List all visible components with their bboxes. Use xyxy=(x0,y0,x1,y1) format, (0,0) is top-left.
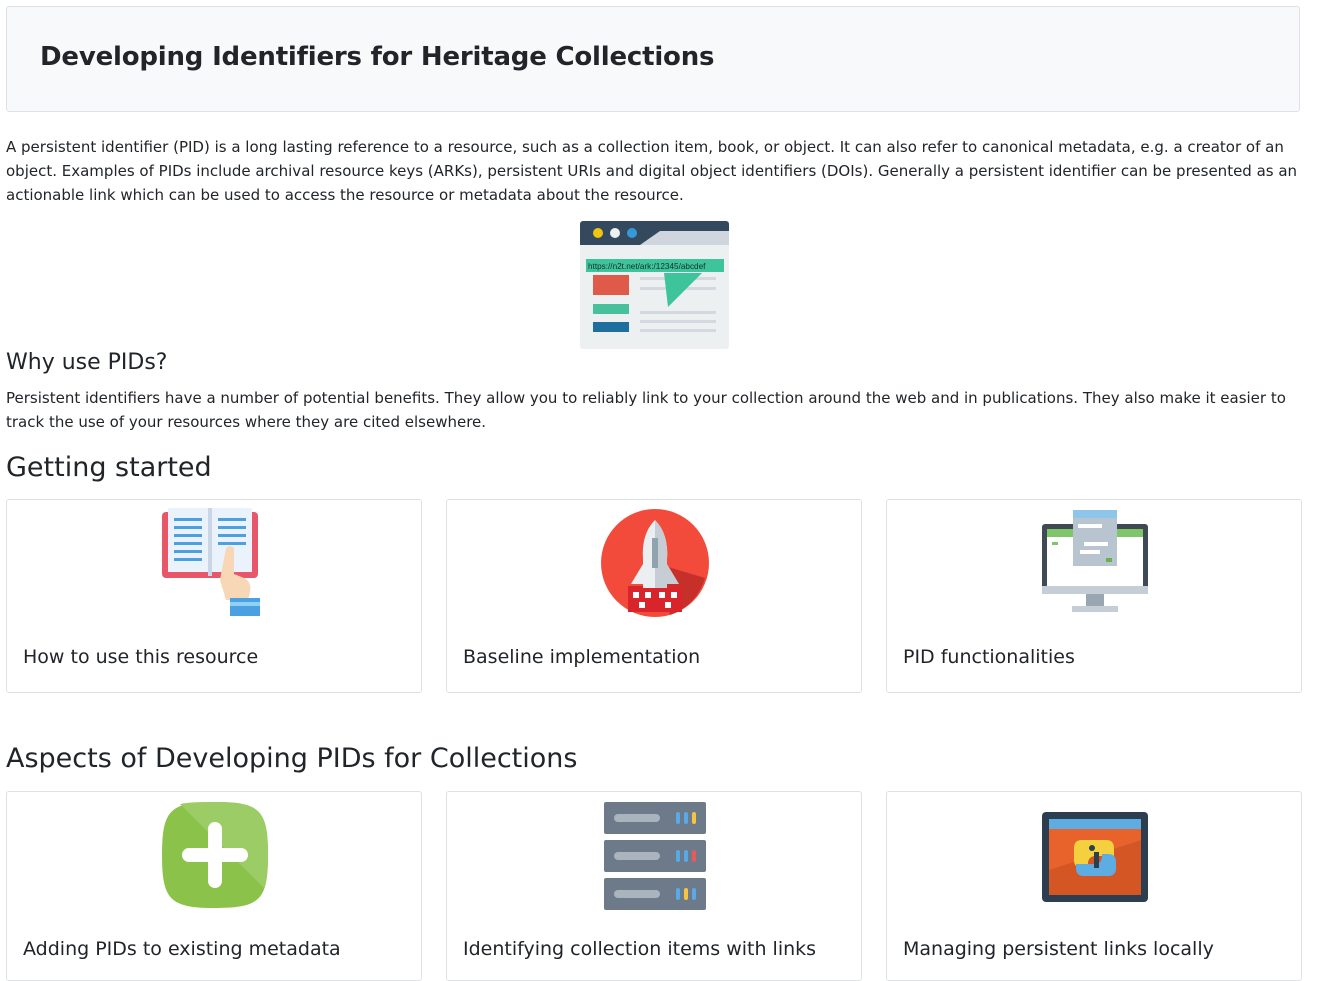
card-title: How to use this resource xyxy=(23,646,259,668)
card-adding-pids[interactable]: Adding PIDs to existing metadata xyxy=(6,791,422,981)
card-title: PID functionalities xyxy=(903,646,1075,668)
plus-icon xyxy=(162,802,268,908)
card-pid-functionalities[interactable]: PID functionalities xyxy=(886,499,1302,693)
card-managing-links[interactable]: Managing persistent links locally xyxy=(886,791,1302,981)
card-baseline-implementation[interactable]: Baseline implementation xyxy=(446,499,862,693)
card-title: Baseline implementation xyxy=(463,646,701,668)
card-title: Managing persistent links locally xyxy=(903,938,1214,960)
getting-started-heading: Getting started xyxy=(6,452,212,483)
hero-url-text: https://n2t.net/ark:/12345/abcdef xyxy=(588,262,706,271)
python-window-icon xyxy=(1042,812,1148,902)
why-heading: Why use PIDs? xyxy=(6,350,168,375)
card-identifying-items[interactable]: Identifying collection items with links xyxy=(446,791,862,981)
open-book-icon xyxy=(162,508,260,616)
card-title: Identifying collection items with links xyxy=(463,938,817,960)
page-title: Developing Identifiers for Heritage Coll… xyxy=(40,42,715,72)
why-text: Persistent identifiers have a number of … xyxy=(6,389,1286,431)
card-how-to-use[interactable]: How to use this resource xyxy=(6,499,422,693)
browser-link-illustration: https://n2t.net/ark:/12345/abcdef xyxy=(580,221,729,349)
page-header: Developing Identifiers for Heritage Coll… xyxy=(6,6,1300,112)
server-icon xyxy=(604,802,706,910)
monitor-icon xyxy=(1042,510,1148,612)
rocket-icon xyxy=(601,509,709,617)
card-title: Adding PIDs to existing metadata xyxy=(23,938,341,960)
aspects-heading: Aspects of Developing PIDs for Collectio… xyxy=(6,743,578,774)
intro-text: A persistent identifier (PID) is a long … xyxy=(6,138,1298,204)
